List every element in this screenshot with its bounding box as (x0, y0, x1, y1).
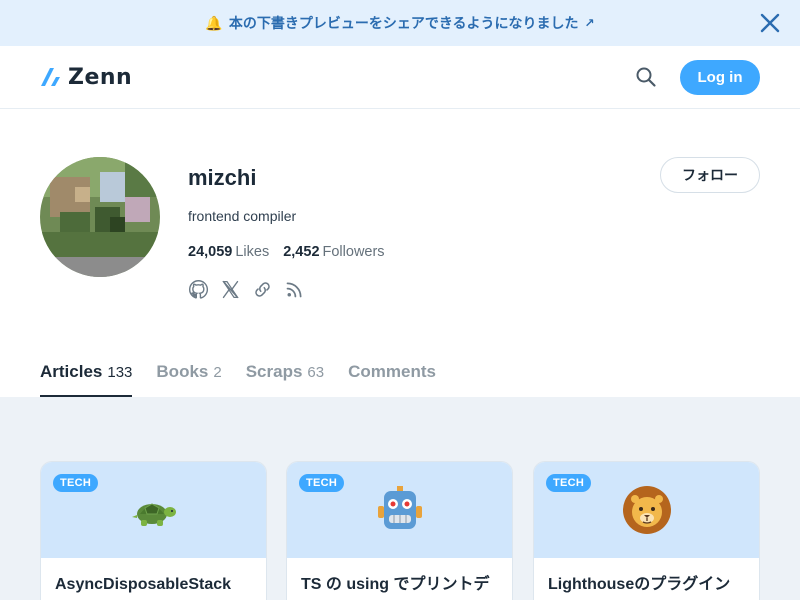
tech-badge: TECH (53, 474, 99, 492)
tech-badge: TECH (299, 474, 345, 492)
profile-bio: frontend compiler (188, 208, 297, 224)
tab-label: Books (156, 362, 209, 381)
social-links (188, 279, 305, 300)
link-icon[interactable] (252, 279, 273, 300)
card-hero: TECH (287, 462, 512, 558)
zenn-logo[interactable]: Zenn (40, 64, 133, 90)
articles-section: TECH AsyncDisposableStack TECH TS の usin… (0, 397, 800, 600)
zenn-logo-icon (41, 68, 60, 86)
announcement-banner: 🔔 本の下書きプレビューをシェアできるようになりました ↗ (0, 0, 800, 46)
lion-emoji-icon (622, 486, 671, 534)
tab-scraps[interactable]: Scraps 63 (246, 362, 324, 397)
robot-emoji-icon (377, 486, 422, 529)
x-icon[interactable] (220, 279, 241, 300)
tab-comments[interactable]: Comments (348, 362, 436, 397)
likes-count: 24,059 (188, 244, 233, 260)
article-card[interactable]: TECH Lighthouseのプラグイン (533, 461, 760, 600)
likes-label: Likes (235, 244, 270, 260)
followers-count: 2,452 (283, 244, 320, 260)
profile-stats: 24,059 Likes 2,452 Followers (188, 244, 385, 260)
avatar (40, 157, 160, 277)
profile-name: mizchi (188, 165, 257, 190)
announcement-text: 本の下書きプレビューをシェアできるようになりました (228, 15, 579, 31)
external-link-icon: ↗ (584, 16, 595, 30)
tab-count: 133 (107, 364, 133, 381)
tab-count: 2 (213, 364, 222, 381)
profile-tabs: Articles 133 Books 2 Scraps 63 Comments (40, 362, 436, 397)
card-hero: TECH (41, 462, 266, 558)
turtle-emoji-icon (131, 503, 176, 526)
likes-stat: 24,059 Likes (188, 244, 269, 260)
card-hero: TECH (534, 462, 759, 558)
tab-label: Articles (40, 362, 103, 381)
follow-button[interactable]: フォロー (660, 157, 760, 193)
bell-icon: 🔔 (205, 14, 223, 31)
tech-badge: TECH (546, 474, 592, 492)
tab-count: 63 (307, 364, 325, 381)
article-card[interactable]: TECH TS の using でプリントデ (286, 461, 513, 600)
announcement-link[interactable]: 🔔 本の下書きプレビューをシェアできるようになりました ↗ (205, 13, 594, 33)
followers-label: Followers (322, 244, 385, 260)
site-header: Zenn Log in (0, 46, 800, 109)
tab-articles[interactable]: Articles 133 (40, 362, 133, 397)
search-icon[interactable] (635, 66, 657, 88)
tab-books[interactable]: Books 2 (156, 362, 221, 397)
card-title: AsyncDisposableStack (55, 576, 232, 593)
rss-icon[interactable] (284, 279, 305, 300)
card-title: TS の using でプリントデ (301, 576, 490, 593)
github-icon[interactable] (188, 279, 209, 300)
article-card[interactable]: TECH AsyncDisposableStack (40, 461, 267, 600)
card-title: Lighthouseのプラグイン (548, 576, 731, 593)
close-icon[interactable] (758, 11, 782, 35)
logo-text: Zenn (68, 64, 133, 90)
tab-label: Comments (348, 362, 436, 381)
followers-stat[interactable]: 2,452 Followers (283, 244, 384, 260)
tab-label: Scraps (245, 362, 303, 381)
login-button[interactable]: Log in (680, 60, 760, 95)
